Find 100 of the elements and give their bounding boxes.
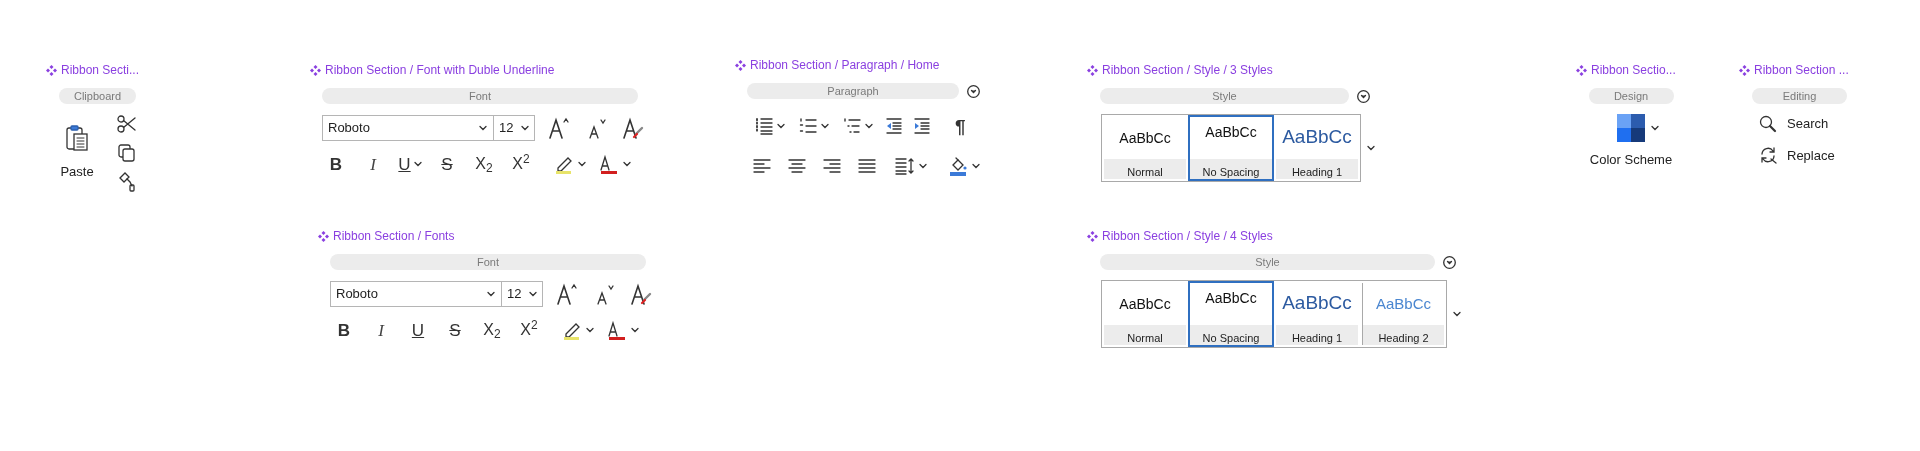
decrease-indent-icon[interactable]	[885, 117, 903, 135]
clipboard-icon	[65, 124, 89, 152]
field-value: Roboto	[336, 285, 378, 304]
expand-icon[interactable]	[1443, 255, 1456, 269]
copy-icon[interactable]	[117, 143, 137, 163]
expand-icon[interactable]	[967, 84, 980, 98]
style-name: Heading 1	[1291, 332, 1343, 344]
style-option[interactable]: AaBbCc No Spacing	[1188, 281, 1274, 347]
bold-button[interactable]: B	[322, 151, 350, 177]
component-icon	[46, 64, 57, 76]
section-label: Paragraph	[747, 83, 959, 99]
strike-button[interactable]: S	[441, 317, 469, 343]
chevron-icon	[529, 291, 537, 297]
style-sample: AaBbCc	[1119, 295, 1171, 311]
chevron-icon	[578, 161, 586, 167]
subscript-button[interactable]: X$_{2}$	[470, 151, 498, 177]
superscript-button[interactable]: X$^{2}$	[515, 317, 543, 343]
chevron-icon	[821, 123, 829, 129]
color-scheme-button[interactable]: Color Scheme	[1589, 114, 1673, 170]
section-label: Style	[1100, 88, 1349, 104]
component-title: Ribbon Section ...	[1754, 62, 1849, 79]
font-color-icon	[607, 320, 627, 340]
style-sample: AaBbCc	[1282, 291, 1352, 312]
replace-button[interactable]: Replace	[1759, 145, 1849, 165]
chevron-icon	[865, 123, 873, 129]
chevron-icon	[487, 291, 495, 297]
chevron-icon	[1651, 125, 1659, 131]
section-label: Editing	[1752, 88, 1847, 104]
style-sample: AaBbCc	[1205, 289, 1257, 305]
underline-button[interactable]: U	[396, 151, 424, 177]
align-center-icon[interactable]	[788, 158, 806, 174]
underline-button[interactable]: U	[404, 317, 432, 343]
component-icon	[318, 230, 329, 242]
numbered-list-icon	[799, 117, 817, 135]
font-size-field[interactable]: 12	[502, 281, 543, 307]
component-icon	[735, 59, 746, 71]
component-title: Ribbon Section / Style / 3 Styles	[1102, 62, 1273, 79]
replace-icon	[1759, 146, 1777, 165]
align-left-icon[interactable]	[753, 158, 771, 174]
font-size-field[interactable]: 12	[494, 115, 535, 141]
field-value: Roboto	[328, 119, 370, 138]
component-title: Ribbon Sectio...	[1591, 62, 1676, 79]
search-icon	[1759, 114, 1777, 133]
increase-indent-icon[interactable]	[913, 117, 931, 135]
more-styles-icon[interactable]	[1367, 145, 1375, 151]
show-marks-button[interactable]: ¶	[955, 116, 966, 136]
italic-button[interactable]: I	[359, 151, 387, 177]
chevron-icon	[919, 163, 927, 169]
scissors-icon[interactable]	[117, 114, 137, 134]
style-name: No Spacing	[1202, 166, 1260, 178]
bulleted-list-icon	[755, 117, 773, 135]
style-sample: AaBbCc	[1376, 294, 1431, 311]
style-option[interactable]: AaBbCc No Spacing	[1188, 115, 1274, 181]
chevron-icon	[413, 161, 422, 167]
subscript-button[interactable]: X$_{2}$	[478, 317, 506, 343]
style-name: Normal	[1127, 166, 1163, 178]
more-styles-icon[interactable]	[1453, 311, 1461, 317]
component-title: Ribbon Section / Fonts	[333, 228, 455, 245]
style-sample: AaBbCc	[1119, 129, 1171, 145]
expand-icon[interactable]	[1357, 89, 1370, 103]
style-name: Heading 1	[1291, 166, 1343, 178]
chevron-icon	[972, 163, 980, 169]
chevron-icon	[631, 327, 639, 333]
field-value: 12	[507, 285, 522, 304]
section-label: Font	[330, 254, 646, 270]
font-name-field[interactable]: Roboto	[330, 281, 502, 307]
section-label: Clipboard	[59, 88, 136, 104]
superscript-button[interactable]: X$^{2}$	[507, 151, 535, 177]
clear-formatting-icon[interactable]	[623, 117, 645, 139]
font-color-icon	[599, 154, 619, 174]
shading-icon	[948, 156, 968, 176]
component-icon	[1087, 64, 1098, 76]
section-label: Style	[1100, 254, 1435, 270]
style-sample: AaBbCc	[1282, 125, 1352, 146]
grow-font-icon[interactable]	[549, 117, 571, 139]
component-icon	[310, 64, 321, 76]
style-name: No Spacing	[1202, 332, 1260, 344]
chevron-icon	[777, 123, 785, 129]
style-sample: AaBbCc	[1205, 123, 1257, 139]
style-name: Heading 2	[1378, 332, 1429, 344]
font-name-field[interactable]: Roboto	[322, 115, 494, 141]
chevron-icon	[521, 125, 529, 131]
justify-icon[interactable]	[858, 158, 876, 174]
italic-button[interactable]: I	[367, 317, 395, 343]
component-title: Ribbon Section / Font with Duble Underline	[325, 62, 555, 79]
chevron-icon	[479, 125, 487, 131]
bold-button[interactable]: B	[330, 317, 358, 343]
multilevel-list-icon	[843, 117, 861, 135]
grow-font-icon[interactable]	[557, 283, 579, 305]
color-swatch-icon	[1617, 114, 1645, 142]
clear-formatting-icon[interactable]	[631, 283, 653, 305]
component-title: Ribbon Section / Paragraph / Home	[750, 57, 940, 74]
shrink-font-icon[interactable]	[595, 283, 615, 305]
align-right-icon[interactable]	[823, 158, 841, 174]
style-name: Normal	[1127, 332, 1163, 344]
field-value: 12	[499, 119, 514, 138]
strike-button[interactable]: S	[433, 151, 461, 177]
shrink-font-icon[interactable]	[587, 117, 607, 139]
search-button[interactable]: Search	[1759, 114, 1849, 134]
paste-button[interactable]: Paste	[59, 112, 95, 192]
